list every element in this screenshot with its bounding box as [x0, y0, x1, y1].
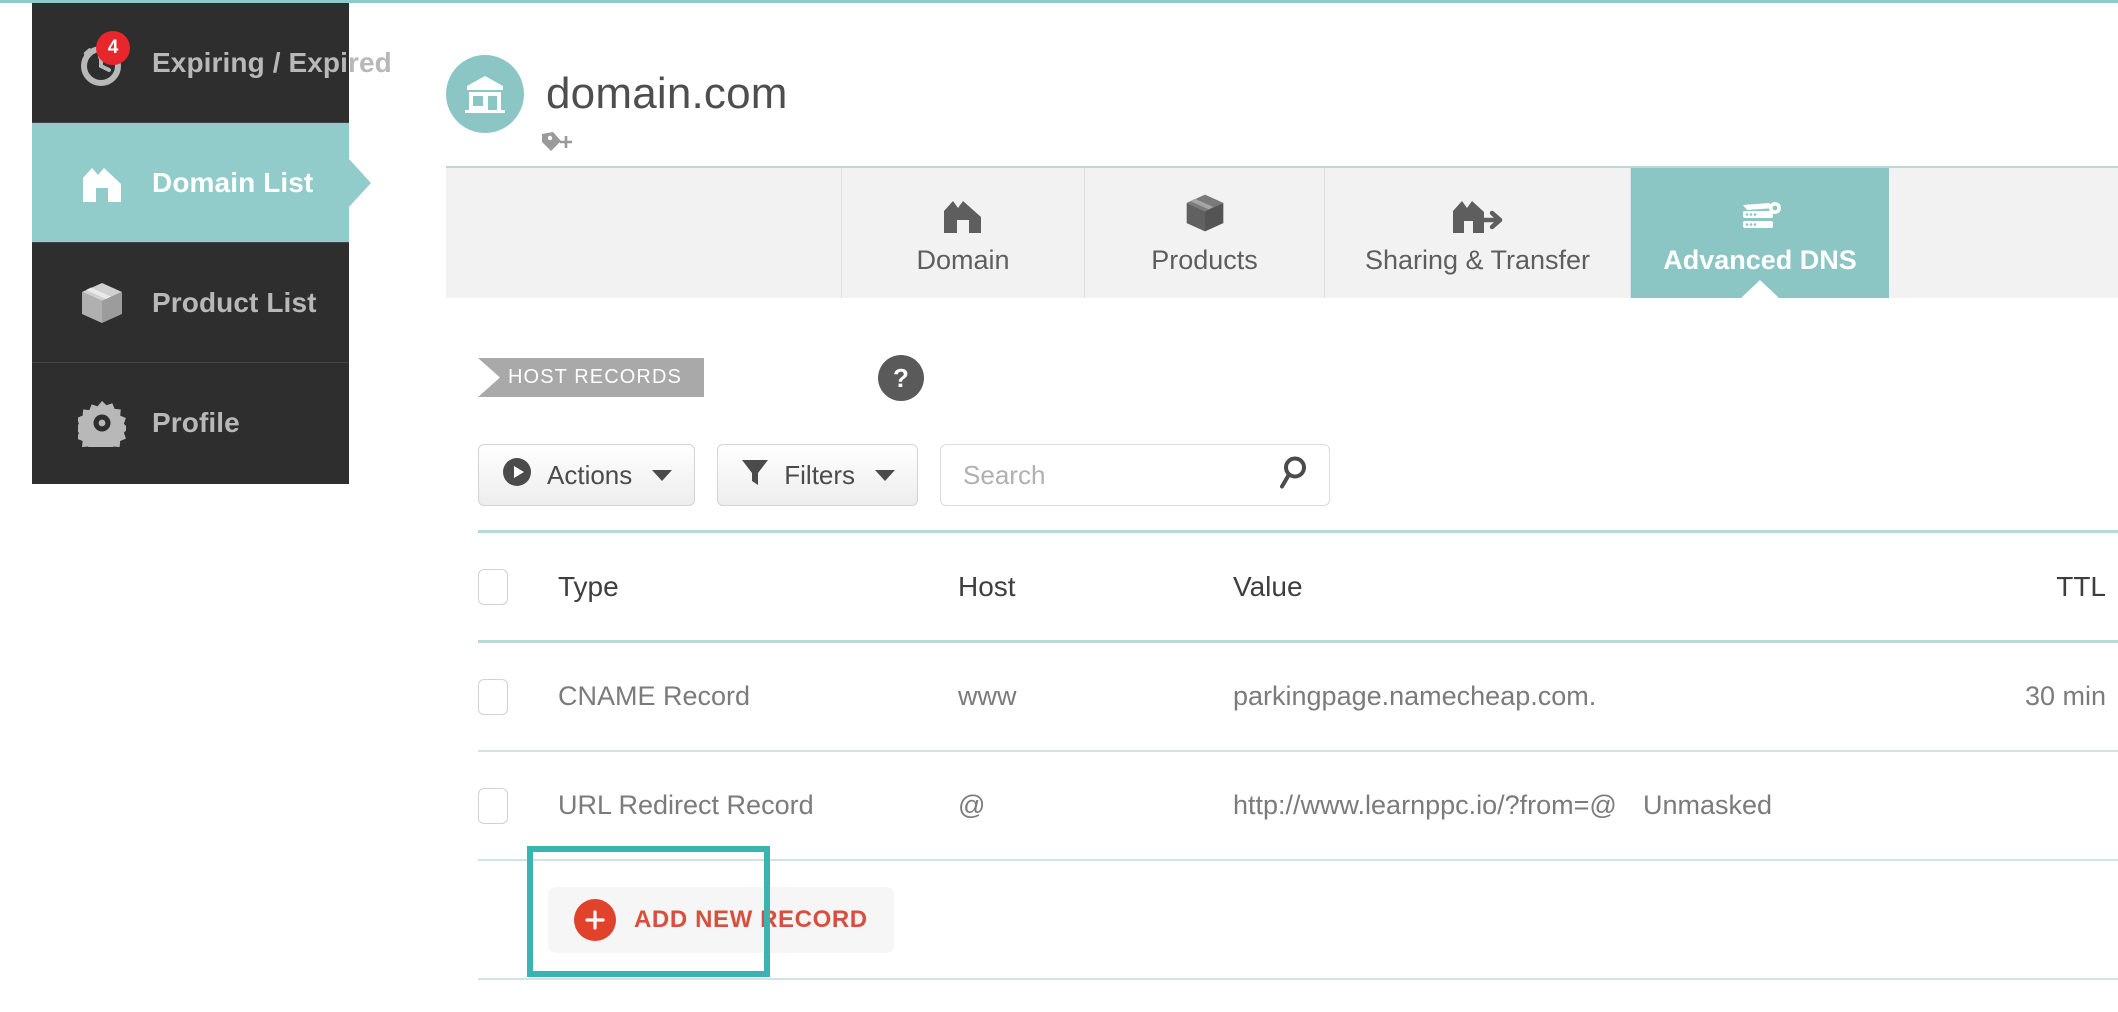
filters-label: Filters	[784, 460, 855, 491]
cell-ttl: 30 min	[1938, 681, 2118, 712]
add-new-record-row[interactable]: ADD NEW RECORD	[478, 861, 2118, 978]
clock-icon: 4	[76, 37, 128, 89]
chevron-down-icon	[875, 470, 895, 481]
help-icon[interactable]: ?	[878, 355, 924, 401]
chevron-down-icon	[652, 470, 672, 481]
sidebar-item-product-list[interactable]: Product List	[32, 243, 349, 363]
tab-label: Products	[1151, 245, 1258, 276]
column-header-host: Host	[958, 571, 1233, 603]
actions-label: Actions	[547, 460, 632, 491]
sidebar-badge-count: 4	[96, 31, 130, 65]
table-row[interactable]: URL Redirect Record @ http://www.learnpp…	[478, 752, 2118, 859]
tab-domain[interactable]: Domain	[842, 168, 1085, 298]
select-all-checkbox[interactable]	[478, 569, 558, 605]
home-icon	[76, 157, 128, 209]
cell-host: www	[958, 681, 1233, 712]
sidebar: 4 Expiring / Expired Domain List P	[32, 3, 349, 484]
tab-bar: Domain Products Sharing & Transfer	[446, 168, 2118, 298]
add-tag-icon[interactable]	[540, 130, 574, 156]
table-header-row: Type Host Value TTL	[478, 533, 2118, 640]
sidebar-item-label: Profile	[152, 407, 240, 439]
column-header-value: Value	[1233, 571, 1643, 603]
column-header-type: Type	[558, 571, 958, 603]
checkbox-box[interactable]	[478, 679, 508, 715]
tab-products[interactable]: Products	[1085, 168, 1325, 298]
tab-label: Sharing & Transfer	[1365, 245, 1590, 276]
host-records-label: HOST RECORDS	[508, 366, 682, 389]
cell-host: @	[958, 790, 1233, 821]
records-toolbar: Actions Filters	[478, 444, 1330, 506]
home-icon	[941, 191, 985, 235]
table-row[interactable]: CNAME Record www parkingpage.namecheap.c…	[478, 643, 2118, 750]
funnel-icon	[740, 456, 770, 495]
storefront-icon	[446, 55, 524, 133]
tab-spacer	[446, 168, 842, 298]
cell-value: http://www.learnppc.io/?from=@	[1233, 790, 1643, 821]
sidebar-item-label: Domain List	[152, 167, 313, 199]
checkbox-box[interactable]	[478, 569, 508, 605]
cell-type: CNAME Record	[558, 681, 958, 712]
plus-circle-icon	[574, 899, 616, 941]
sidebar-item-expiring-expired[interactable]: 4 Expiring / Expired	[32, 3, 349, 123]
table-bottom-rule	[478, 978, 2118, 980]
page-title-block: domain.com	[446, 55, 788, 133]
cell-type: URL Redirect Record	[558, 790, 958, 821]
host-records-ribbon: HOST RECORDS	[478, 358, 704, 397]
box-icon	[76, 277, 128, 329]
sidebar-item-profile[interactable]: Profile	[32, 363, 349, 483]
search-icon[interactable]	[1279, 456, 1309, 495]
cell-value: parkingpage.namecheap.com.	[1233, 681, 1643, 712]
filters-button[interactable]: Filters	[717, 444, 918, 506]
server-dns-icon	[1735, 191, 1785, 235]
home-transfer-icon	[1450, 191, 1506, 235]
help-glyph: ?	[893, 363, 909, 394]
play-circle-icon	[501, 456, 533, 495]
add-new-record-button[interactable]: ADD NEW RECORD	[548, 887, 894, 953]
page-title: domain.com	[546, 69, 788, 119]
host-records-table: Type Host Value TTL CNAME Record www par…	[478, 530, 2118, 980]
checkbox-box[interactable]	[478, 788, 508, 824]
tab-label: Domain	[916, 245, 1009, 276]
column-header-ttl: TTL	[1938, 571, 2118, 603]
search-box[interactable]	[940, 444, 1330, 506]
tab-advanced-dns[interactable]: Advanced DNS	[1631, 168, 1889, 298]
row-checkbox[interactable]	[478, 788, 558, 824]
tab-sharing-transfer[interactable]: Sharing & Transfer	[1325, 168, 1631, 298]
actions-button[interactable]: Actions	[478, 444, 695, 506]
sidebar-item-domain-list[interactable]: Domain List	[32, 123, 349, 243]
sidebar-item-label: Product List	[152, 287, 317, 319]
box-icon	[1183, 191, 1227, 235]
search-input[interactable]	[963, 460, 1307, 491]
cell-extra: Unmasked	[1643, 790, 1938, 821]
add-new-record-label: ADD NEW RECORD	[634, 906, 868, 934]
tab-label: Advanced DNS	[1663, 245, 1857, 276]
gear-icon	[76, 397, 128, 449]
sidebar-item-label: Expiring / Expired	[152, 47, 392, 79]
row-checkbox[interactable]	[478, 679, 558, 715]
tab-trailing-spacer	[1889, 168, 2118, 298]
